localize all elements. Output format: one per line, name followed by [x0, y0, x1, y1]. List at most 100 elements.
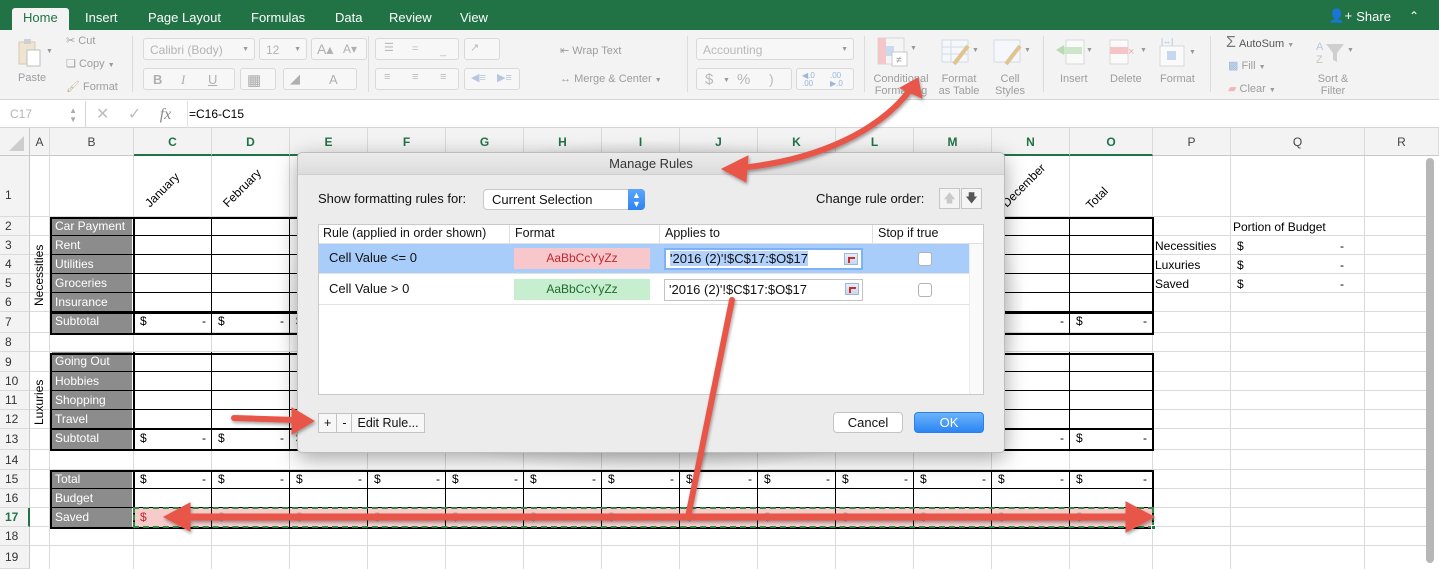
stop-if-true-checkbox[interactable] [918, 252, 932, 266]
delete-cells-icon[interactable]: × ▼ [1108, 38, 1148, 71]
currency-cell[interactable]: $- [1070, 429, 1153, 448]
rules-table-scrollbar[interactable] [969, 244, 983, 394]
rule-row[interactable]: Cell Value <= 0 AaBbCcYyZz '2016 (2)'!$C… [319, 244, 969, 274]
row-header-9[interactable]: 9 [0, 352, 30, 372]
sort-filter-icon[interactable]: A Z ▼ [1316, 38, 1356, 71]
currency-cell[interactable]: $- [992, 470, 1070, 489]
column-header-a[interactable]: A [30, 128, 50, 156]
currency-cell[interactable]: $- [212, 312, 290, 331]
name-box[interactable]: C17 ▲ ▼ [0, 101, 86, 128]
currency-cell[interactable]: $- [680, 470, 758, 489]
currency-button[interactable]: $ [705, 71, 713, 88]
cell-styles-button[interactable]: Cell Styles [986, 73, 1034, 97]
autosum-button[interactable]: Σ AutoSum ▼ [1226, 34, 1294, 52]
column-header-b[interactable]: B [50, 128, 134, 156]
delete-cells-button[interactable]: Delete [1110, 73, 1142, 85]
currency-cell[interactable]: $- [134, 312, 212, 331]
row-header-3[interactable]: 3 [0, 236, 30, 255]
row-header-19[interactable]: 19 [0, 546, 30, 569]
currency-cell[interactable]: $- [446, 470, 524, 489]
add-rule-button[interactable]: + [319, 414, 338, 432]
currency-cell[interactable]: $- [1070, 312, 1153, 331]
wrap-text-button[interactable]: ⇤ Wrap Text [560, 44, 621, 57]
stop-if-true-checkbox[interactable] [918, 283, 932, 297]
formula-input[interactable]: =C16-C15 [187, 101, 244, 128]
paste-icon[interactable] [16, 38, 42, 68]
range-picker-icon[interactable] [845, 283, 859, 295]
column-header-r[interactable]: R [1365, 128, 1439, 156]
increase-font-icon[interactable]: A▴ [317, 41, 333, 58]
percent-button[interactable]: % [737, 71, 750, 88]
format-as-table-icon[interactable]: ▼ [940, 38, 980, 71]
currency-cell[interactable]: $- [368, 470, 446, 489]
format-cells-icon[interactable]: |↔| ▼ [1158, 36, 1198, 71]
row-header-16[interactable]: 16 [0, 489, 30, 508]
cancel-x-icon[interactable]: ✕ [96, 106, 109, 123]
paste-dropdown-icon[interactable]: ▼ [46, 48, 53, 55]
currency-cell[interactable]: $- [134, 429, 212, 448]
tab-page-layout[interactable]: Page Layout [148, 8, 221, 30]
collapse-ribbon-icon[interactable]: ⌃ [1409, 9, 1419, 23]
tab-data[interactable]: Data [335, 8, 362, 30]
indent-buttons[interactable]: ◀≡ ▶≡ [464, 68, 520, 90]
vertical-scrollbar[interactable] [1426, 158, 1434, 563]
comma-button[interactable]: ) [769, 71, 774, 87]
currency-cell[interactable]: $- [758, 470, 836, 489]
decrease-font-icon[interactable]: A▾ [343, 42, 357, 56]
confirm-check-icon[interactable]: ✓ [128, 106, 141, 123]
borders-button[interactable]: ▦ [240, 68, 276, 90]
copy-button[interactable]: ❏ Copy ▼ [66, 57, 115, 70]
row-header-17[interactable]: 17 [0, 508, 30, 527]
insert-cells-icon[interactable]: ▼ [1054, 38, 1094, 71]
share-button[interactable]: 👤+ Share ⌃ [1328, 8, 1419, 24]
cell-styles-icon[interactable]: ▼ [992, 38, 1032, 71]
row-header-7[interactable]: 7 [0, 312, 30, 333]
insert-cells-button[interactable]: Insert [1060, 73, 1088, 85]
select-all-corner[interactable] [0, 128, 30, 156]
row-header-6[interactable]: 6 [0, 293, 30, 312]
conditional-formatting-button[interactable]: Conditional Formatting [870, 73, 932, 97]
format-as-table-button[interactable]: Format as Table [934, 73, 984, 97]
rule-row[interactable]: Cell Value > 0 AaBbCcYyZz '2016 (2)'!$C$… [319, 275, 969, 305]
name-box-stepper-icon[interactable]: ▲ ▼ [69, 101, 77, 124]
paste-button[interactable]: Paste [18, 72, 46, 84]
sort-filter-button[interactable]: Sort & Filter [1310, 73, 1356, 97]
currency-cell[interactable]: $- [134, 470, 212, 489]
currency-cell[interactable]: $- [914, 470, 992, 489]
increase-indent-icon[interactable]: ▶≡ [497, 71, 512, 84]
column-header-q[interactable]: Q [1231, 128, 1365, 156]
align-top-icon[interactable]: ☰ [384, 41, 394, 54]
cancel-button[interactable]: Cancel [833, 412, 903, 433]
underline-button[interactable]: U [208, 72, 217, 87]
increase-decimal-icon[interactable]: ◀.0.00 [802, 72, 815, 88]
currency-cell[interactable]: $- [290, 470, 368, 489]
fill-button[interactable]: ▩ Fill ▼ [1228, 59, 1266, 72]
currency-cell[interactable]: $- [212, 429, 290, 448]
tab-view[interactable]: View [460, 8, 488, 30]
tab-review[interactable]: Review [389, 8, 432, 30]
italic-button[interactable]: I [181, 72, 185, 88]
currency-cell[interactable]: $- [1070, 470, 1153, 489]
remove-rule-button[interactable]: - [337, 414, 353, 432]
font-size-select[interactable]: 12 ▼ [259, 38, 307, 60]
clear-button[interactable]: ▰ Clear ▼ [1228, 82, 1276, 95]
align-left-icon[interactable]: ≡ [384, 71, 390, 83]
align-middle-icon[interactable]: = [412, 43, 418, 55]
merge-center-button[interactable]: ↔ Merge & Center ▼ [560, 73, 662, 85]
row-header-12[interactable]: 12 [0, 410, 30, 429]
font-name-select[interactable]: Calibri (Body) ▼ [143, 38, 255, 60]
edit-rule-button[interactable]: Edit Rule... [352, 414, 423, 432]
move-down-button[interactable]: 🡇 [961, 188, 982, 209]
horizontal-align-buttons[interactable]: ≡ ≡ ≡ [375, 68, 459, 90]
row-header-1[interactable]: 1 [0, 156, 30, 217]
applies-to-input[interactable]: '2016 (2)'!$C$17:$O$17 [664, 248, 863, 270]
column-header-d[interactable]: D [212, 128, 290, 156]
range-picker-icon[interactable] [844, 253, 858, 265]
font-color-icon[interactable]: A [329, 72, 338, 87]
conditional-formatting-icon[interactable]: ≠ ▼ [876, 36, 926, 70]
fx-icon[interactable]: fx [160, 106, 172, 123]
row-header-14[interactable]: 14 [0, 450, 30, 470]
tab-home[interactable]: Home [12, 8, 69, 30]
vertical-align-buttons[interactable]: ☰ = _ [375, 38, 459, 60]
row-header-18[interactable]: 18 [0, 527, 30, 546]
